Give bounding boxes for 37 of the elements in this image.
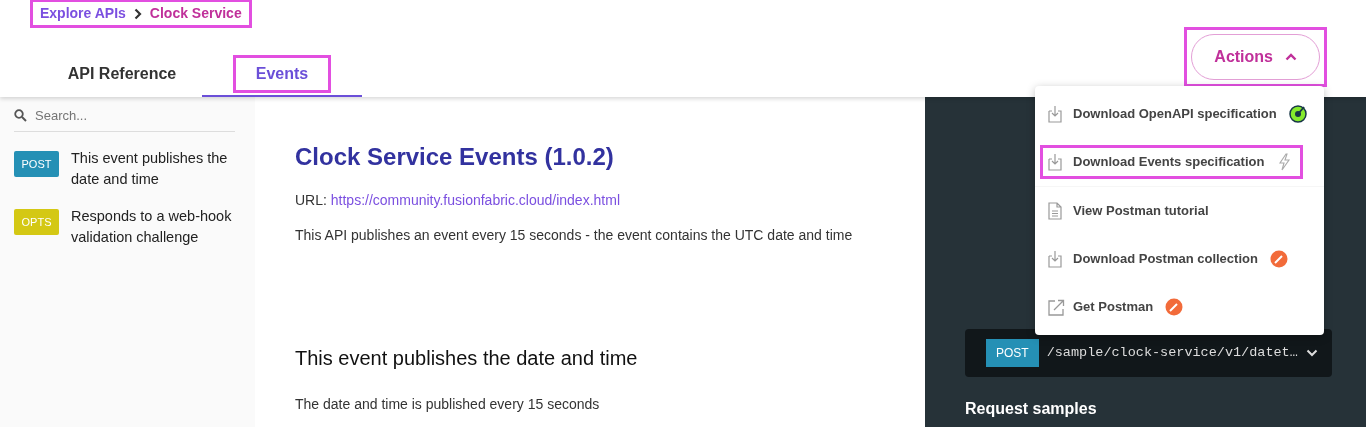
menu-item[interactable]: Get Postman xyxy=(1035,283,1324,331)
tab[interactable]: API Reference xyxy=(42,53,202,97)
pen-badge-icon xyxy=(1165,298,1184,316)
gear-badge-icon xyxy=(1288,105,1307,123)
sidebar-item[interactable]: OPTS Responds to a web-hook validation challenge xyxy=(14,205,235,248)
download-icon xyxy=(1047,105,1065,123)
search-field[interactable]: Search... xyxy=(33,105,235,127)
method-tag: OPTS xyxy=(14,208,59,235)
download-icon xyxy=(1047,153,1065,171)
current-page-label: Clock Service xyxy=(149,4,242,23)
external-link-icon xyxy=(1047,298,1065,316)
url-line: URL: https://community.fusionfabric.cloud/index.html xyxy=(295,190,621,210)
menu-item[interactable]: Download OpenAPI specification xyxy=(1035,90,1324,138)
actions-button[interactable]: Actions xyxy=(1191,34,1320,80)
description-text: This API publishes an event every 15 seconds - the event contains the UTC date and time xyxy=(295,225,854,245)
download-icon xyxy=(1047,250,1065,268)
pen-badge-icon xyxy=(1269,250,1288,268)
page-title: Clock Service Events (1.0.2) xyxy=(295,143,615,172)
event-description: The date and time is published every 15 seconds xyxy=(295,394,601,414)
endpoint-path: /sample/clock-service/v1/datet… xyxy=(1046,343,1298,362)
chevron-down-icon xyxy=(1305,349,1318,357)
menu-item[interactable]: View Postman tutorial xyxy=(1035,187,1324,235)
menu-item[interactable]: Download Postman collection xyxy=(1035,235,1324,283)
document-icon xyxy=(1047,202,1065,220)
endpoint-bar[interactable]: POST /sample/clock-service/v1/datet… xyxy=(965,329,1332,377)
breadcrumb-link[interactable]: Explore APIs xyxy=(40,3,126,24)
chevron-up-icon xyxy=(1285,53,1297,61)
method-tag: POST xyxy=(14,150,59,177)
sidebar-item[interactable]: POST This event publishes the date and time xyxy=(14,147,235,190)
search-icon xyxy=(14,109,27,123)
event-title: This event publishes the date and time xyxy=(295,345,639,370)
tab[interactable]: Events xyxy=(202,53,362,97)
url-link[interactable]: https://community.fusionfabric.cloud/index.html xyxy=(330,191,620,208)
section-heading: Request samples xyxy=(965,399,1098,419)
chevron-right-icon xyxy=(133,7,142,20)
method-tag: POST xyxy=(986,339,1039,367)
menu-item[interactable]: Download Events specification xyxy=(1035,138,1324,186)
